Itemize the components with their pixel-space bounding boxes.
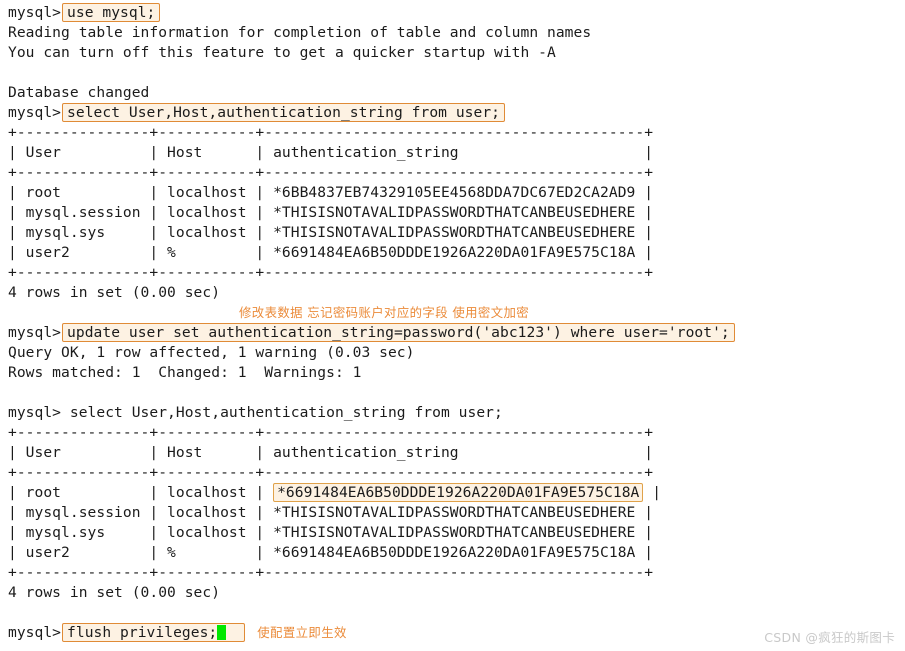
terminal-window[interactable]: mysql> use mysql; Reading table informatio… <box>0 0 905 651</box>
mysql-prompt: mysql> <box>8 324 62 341</box>
terminal-output-line: +---------------+-----------+-----------… <box>8 564 654 581</box>
highlighted-command[interactable]: flush privileges; <box>62 623 246 642</box>
terminal-output-line: | User | Host | authentication_string | <box>8 444 654 461</box>
terminal-command-line: mysql> select User,Host,authentication_st… <box>8 103 905 123</box>
terminal-output-line: | mysql.session | localhost | *THISISNOT… <box>8 204 654 221</box>
annotation-note: 修改表数据 忘记密码账户对应的字段 使用密文加密 <box>8 303 905 323</box>
command-text: flush privileges; <box>67 624 218 641</box>
mysql-prompt: mysql> <box>8 104 62 121</box>
row-prefix: | root | localhost | <box>8 484 274 501</box>
terminal-output-line: | root | localhost | *6BB4837EB74329105E… <box>8 184 654 201</box>
highlighted-hash-cell: *6691484EA6B50DDDE1926A220DA01FA9E575C18… <box>273 483 644 502</box>
text-cursor <box>217 625 227 640</box>
command-text: use mysql; <box>67 4 156 21</box>
terminal-output-line: Rows matched: 1 Changed: 1 Warnings: 1 <box>8 364 362 381</box>
table-row: | root | localhost | *6691484EA6B50DDDE1… <box>8 483 905 503</box>
terminal-output-line: 4 rows in set (0.00 sec) <box>8 284 221 301</box>
csdn-watermark: CSDN @疯狂的斯图卡 <box>764 630 895 645</box>
terminal-output-line: | mysql.sys | localhost | *THISISNOTAVAL… <box>8 224 654 241</box>
command-text: select User,Host,authentication_string f… <box>67 104 501 121</box>
terminal-output-line: | User | Host | authentication_string | <box>8 144 654 161</box>
annotation-text: 修改表数据 忘记密码账户对应的字段 使用密文加密 <box>239 305 530 320</box>
terminal-output-line: | mysql.sys | localhost | *THISISNOTAVAL… <box>8 524 654 541</box>
terminal-output-line: 4 rows in set (0.00 sec) <box>8 584 221 601</box>
terminal-output-line: | mysql.session | localhost | *THISISNOT… <box>8 504 654 521</box>
terminal-output-line: Reading table information for completion… <box>8 24 592 41</box>
terminal-output-line: +---------------+-----------+-----------… <box>8 264 654 281</box>
mysql-prompt: mysql> <box>8 4 62 21</box>
terminal-output-line: Database changed <box>8 84 150 101</box>
terminal-output-line: | user2 | % | *6691484EA6B50DDDE1926A220… <box>8 244 654 261</box>
highlighted-command[interactable]: select User,Host,authentication_string f… <box>62 103 506 122</box>
terminal-output-line: +---------------+-----------+-----------… <box>8 164 654 181</box>
mysql-prompt: mysql> <box>8 624 62 641</box>
terminal-output-line: +---------------+-----------+-----------… <box>8 124 654 141</box>
terminal-output-line: Query OK, 1 row affected, 1 warning (0.0… <box>8 344 415 361</box>
terminal-command-line: mysql> use mysql; <box>8 3 905 23</box>
highlighted-command[interactable]: update user set authentication_string=pa… <box>62 323 735 342</box>
terminal-output-line: | user2 | % | *6691484EA6B50DDDE1926A220… <box>8 544 654 561</box>
terminal-output-line: mysql> select User,Host,authentication_s… <box>8 404 503 421</box>
highlighted-command[interactable]: use mysql; <box>62 3 161 22</box>
terminal-output-line: +---------------+-----------+-----------… <box>8 424 654 441</box>
terminal-output-line: +---------------+-----------+-----------… <box>8 464 654 481</box>
terminal-output-line: You can turn off this feature to get a q… <box>8 44 556 61</box>
command-text: update user set authentication_string=pa… <box>67 324 730 341</box>
row-suffix: | <box>643 484 662 501</box>
terminal-command-line: mysql> update user set authentication_str… <box>8 323 905 343</box>
annotation-text: 使配置立即生效 <box>257 625 347 640</box>
